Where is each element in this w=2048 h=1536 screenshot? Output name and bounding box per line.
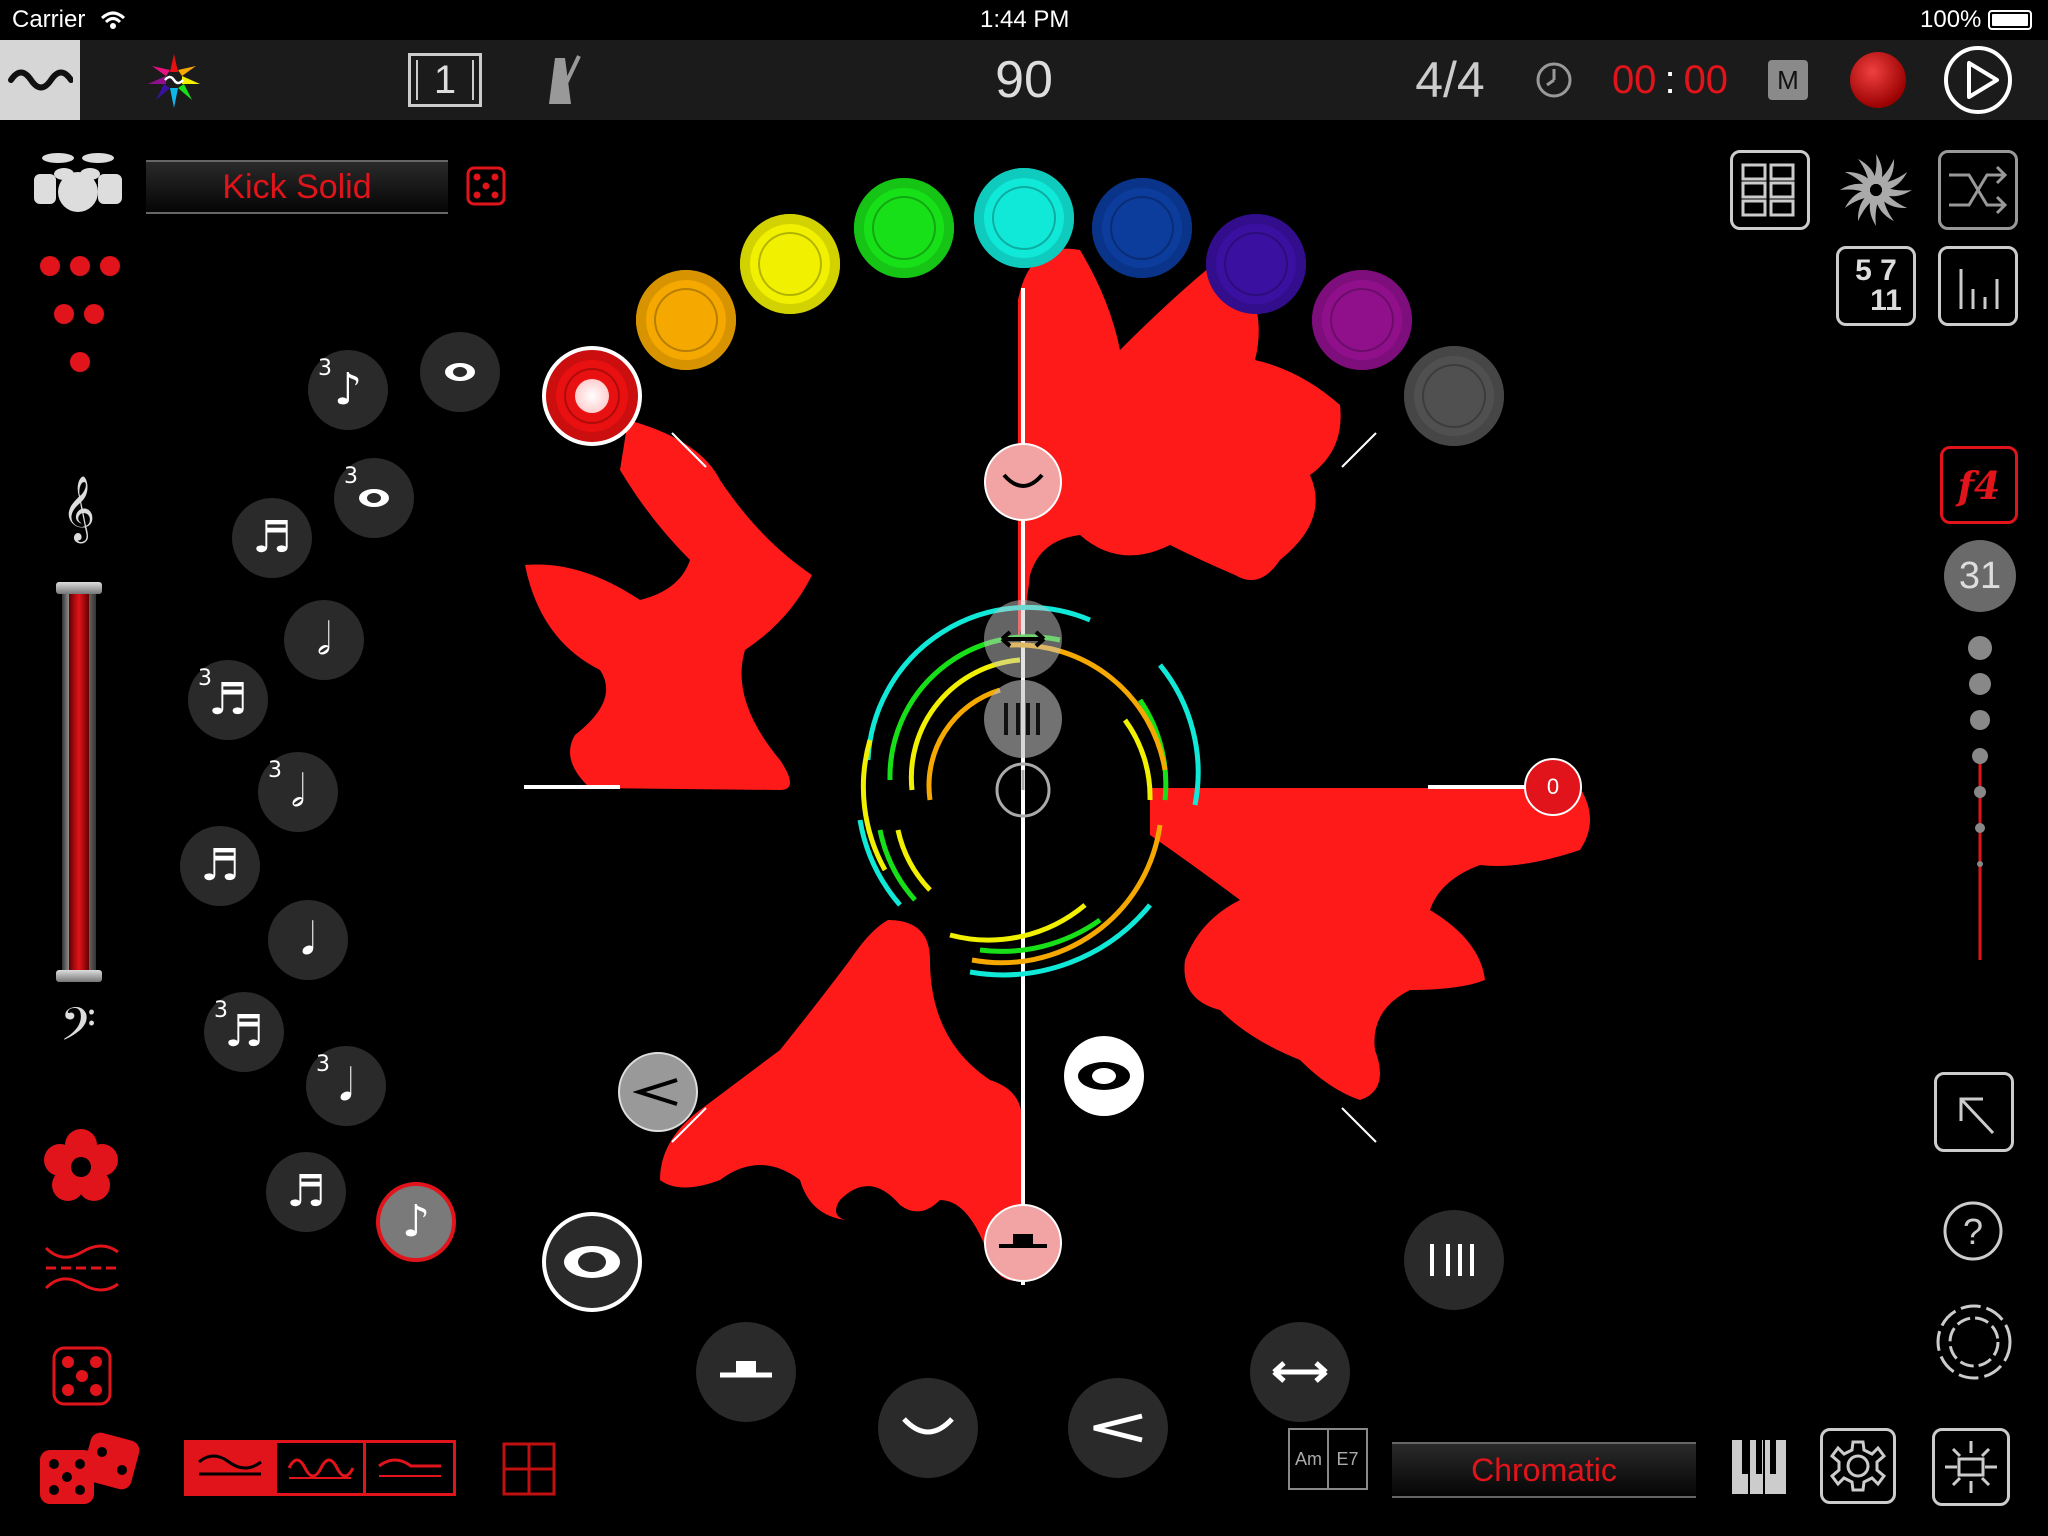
rest-icon <box>999 1234 1047 1248</box>
visibility-toggle-button[interactable] <box>542 1212 642 1312</box>
svg-text:?: ? <box>1963 1211 1983 1252</box>
stretch-handle[interactable] <box>984 600 1062 678</box>
eye-icon <box>1078 1062 1130 1090</box>
brightness-button[interactable] <box>1932 1428 2010 1506</box>
undo-button[interactable] <box>1934 1072 2014 1152</box>
chord-right: E7 <box>1336 1448 1359 1469</box>
accent-icon <box>1093 1413 1143 1443</box>
grid-layout-button[interactable] <box>1730 150 1810 230</box>
bars-icon-large <box>1430 1244 1474 1276</box>
bar-chart-button[interactable] <box>1938 246 2018 326</box>
rest-handle[interactable] <box>984 1204 1062 1282</box>
dynamic-button[interactable]: f4 <box>1940 446 2018 524</box>
palette-color-5[interactable] <box>974 168 1074 268</box>
palette-color-2[interactable] <box>636 270 736 370</box>
chord-left: Am <box>1290 1430 1329 1488</box>
smile-button[interactable] <box>878 1378 978 1478</box>
stretch-button[interactable] <box>1250 1322 1350 1422</box>
palette-color-6[interactable] <box>1092 178 1192 278</box>
help-icon[interactable]: ? <box>1942 1200 2004 1262</box>
bar-chart-icon <box>1959 269 1999 309</box>
palette-color-1[interactable] <box>542 346 642 446</box>
piano-icon[interactable] <box>1730 1438 1788 1496</box>
eye-icon-large <box>564 1246 620 1278</box>
loop-rings-icon[interactable] <box>1934 1302 2014 1382</box>
smile-handle[interactable] <box>984 443 1062 521</box>
rest-icon-large <box>720 1361 772 1378</box>
palette-color-4[interactable] <box>854 178 954 278</box>
palette-color-8[interactable] <box>1312 270 1412 370</box>
grid-icon <box>1741 163 1795 217</box>
sun-icon <box>1945 1441 1997 1493</box>
undo-icon <box>1959 1097 1995 1135</box>
shuffle-icon <box>1949 165 2008 215</box>
palette-color-3[interactable] <box>740 214 840 314</box>
eye-handle[interactable] <box>1064 1036 1144 1116</box>
vertical-dot-slider[interactable] <box>1960 620 2000 960</box>
spiral-icon[interactable] <box>1834 148 1918 232</box>
tuplet-top: 5 7 <box>1855 254 1897 287</box>
stretch-icon <box>1000 630 1046 648</box>
chord-button[interactable]: Am E7 <box>1288 1428 1368 1490</box>
bars-handle[interactable] <box>984 680 1062 758</box>
palette-color-9[interactable] <box>1404 346 1504 446</box>
palette-color-7[interactable] <box>1206 214 1306 314</box>
less-than-icon <box>633 1078 678 1106</box>
tuplet-button[interactable]: 5 7 11 <box>1836 246 1916 326</box>
shuffle-button[interactable] <box>1938 150 2018 230</box>
less-than-handle[interactable] <box>618 1052 698 1132</box>
scale-name-display[interactable]: Chromatic <box>1392 1442 1696 1498</box>
bars-icon <box>1004 703 1040 735</box>
rest-button[interactable] <box>696 1322 796 1422</box>
stretch-icon-large <box>1272 1361 1328 1383</box>
settings-button[interactable] <box>1820 1428 1896 1504</box>
count-display[interactable]: 31 <box>1944 540 2016 612</box>
gear-icon <box>1829 1440 1887 1492</box>
beat-marker[interactable]: 0 <box>1524 758 1582 816</box>
smile-icon <box>1002 473 1044 488</box>
accent-button[interactable] <box>1068 1378 1168 1478</box>
bars-button[interactable] <box>1404 1210 1504 1310</box>
tuplet-bottom: 11 <box>1870 284 1902 317</box>
smile-icon-large <box>902 1417 954 1435</box>
